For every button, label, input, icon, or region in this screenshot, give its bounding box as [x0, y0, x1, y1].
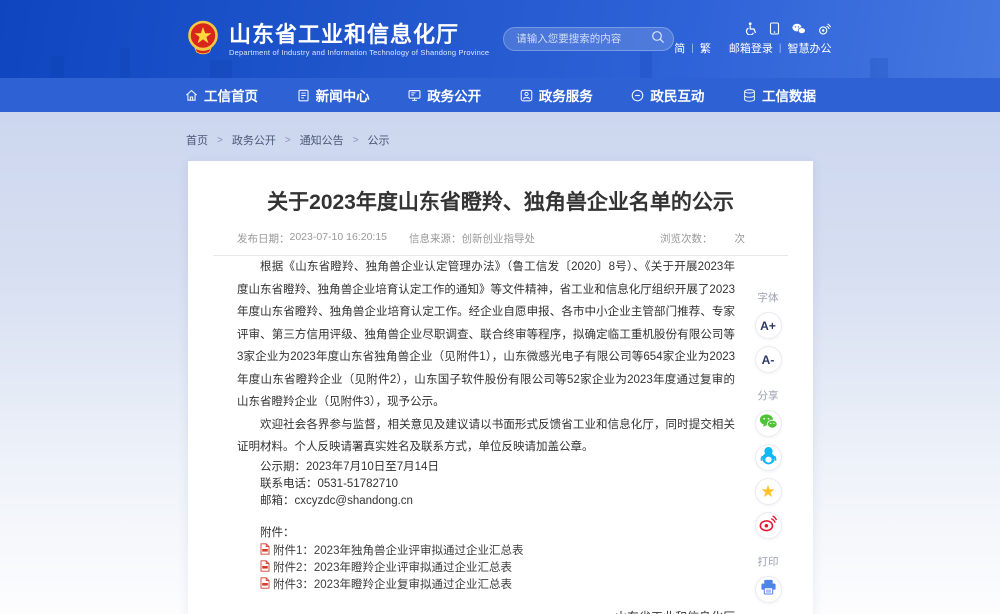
notice-period: 公示期：2023年7月10日至7月14日 [237, 459, 735, 476]
signature-org: 山东省工业和信息化厅 [237, 605, 735, 614]
lang-simplified-link[interactable]: 简 [674, 40, 685, 56]
interaction-icon [630, 88, 645, 103]
database-icon [742, 88, 757, 103]
share-qzone-button[interactable]: ★ [755, 478, 782, 505]
monitor-icon [407, 88, 422, 103]
home-icon [184, 88, 199, 103]
breadcrumb-separator: > [285, 135, 291, 146]
breadcrumb-notices[interactable]: 通知公告 [300, 132, 344, 148]
qzone-star-icon: ★ [760, 483, 775, 500]
smart-office-link[interactable]: 智慧办公 [787, 40, 831, 56]
breadcrumb-current: 公示 [368, 132, 390, 148]
nav-label: 政务服务 [539, 85, 593, 105]
nav-item-interaction[interactable]: 政民互动 [630, 85, 704, 105]
views-value: 次 [735, 231, 746, 246]
nav-label: 工信首页 [204, 85, 258, 105]
nav-item-gov-info[interactable]: 政务公开 [407, 85, 481, 105]
share-qq-button[interactable] [755, 444, 782, 471]
pdf-file-icon [260, 560, 273, 575]
attachment-link-3[interactable]: 附件3：2023年瞪羚企业复审拟通过企业汇总表 [260, 576, 735, 593]
nav-label: 政民互动 [650, 85, 704, 105]
news-icon [296, 88, 311, 103]
nav-label: 政务公开 [427, 85, 481, 105]
site-brand[interactable]: 山东省工业和信息化厅 Department of Industry and In… [185, 19, 489, 60]
paragraph: 根据《山东省瞪羚、独角兽企业认定管理办法》（鲁工信发〔2020〕8号）、《关于开… [237, 256, 735, 414]
publish-date-label: 发布日期： [237, 231, 290, 246]
content-area: 首页 > 政务公开 > 通知公告 > 公示 关于2023年度山东省瞪羚、独角兽企… [0, 112, 1000, 614]
print-label: 打印 [758, 555, 779, 569]
share-wechat-button[interactable] [755, 410, 782, 437]
main-nav: 工信首页 新闻中心 政务公开 政务服务 [0, 78, 1000, 112]
site-title: 山东省工业和信息化厅 [229, 22, 489, 48]
attachments-block: 附件： 附件1：2023年独角兽企业评审拟通过企业汇总表 附件2：2023年瞪羚… [237, 524, 735, 593]
mobile-version-icon[interactable] [769, 22, 780, 35]
nav-item-data[interactable]: 工信数据 [742, 85, 816, 105]
attachment-label: 附件1：2023年独角兽企业评审拟通过企业汇总表 [273, 542, 523, 558]
search-icon[interactable] [651, 30, 665, 49]
article-card: 关于2023年度山东省瞪羚、独角兽企业名单的公示 发布日期： 2023-07-1… [188, 161, 813, 614]
national-emblem-icon [185, 19, 221, 60]
weibo-share-icon [759, 515, 777, 537]
publish-date-value: 2023-07-10 16:20:15 [290, 231, 388, 246]
breadcrumb-gov-info[interactable]: 政务公开 [232, 132, 276, 148]
breadcrumb-separator: > [353, 135, 359, 146]
source-value: 创新创业指导处 [462, 231, 536, 246]
pdf-file-icon [260, 543, 273, 558]
page: 山东省工业和信息化厅 Department of Industry and In… [0, 0, 1000, 614]
nav-label: 工信数据 [762, 85, 816, 105]
tool-sidebar: 字体 A+ A- 分享 [741, 291, 795, 603]
paragraph: 欢迎社会各界参与监督，相关意见及建议请以书面形式反馈省工业和信息化厅，同时提交相… [237, 414, 735, 459]
attachment-label: 附件3：2023年瞪羚企业复审拟通过企业汇总表 [273, 576, 512, 592]
attachment-link-2[interactable]: 附件2：2023年瞪羚企业评审拟通过企业汇总表 [260, 559, 735, 576]
site-subtitle: Department of Industry and Information T… [229, 48, 489, 57]
print-button[interactable] [755, 576, 782, 603]
pdf-file-icon [260, 577, 273, 592]
article-meta: 发布日期： 2023-07-10 16:20:15 信息来源： 创新创业指导处 … [237, 231, 745, 246]
accessibility-icon[interactable] [745, 22, 757, 35]
search-box[interactable] [503, 27, 674, 51]
lang-traditional-link[interactable]: 繁 [700, 40, 711, 56]
share-label: 分享 [758, 389, 779, 403]
search-input[interactable] [516, 33, 651, 45]
font-increase-button[interactable]: A+ [755, 312, 782, 339]
weibo-icon[interactable] [818, 23, 831, 35]
breadcrumb-home[interactable]: 首页 [186, 132, 208, 148]
separator: | [779, 43, 782, 54]
source-label: 信息来源： [409, 231, 462, 246]
wechat-icon[interactable] [792, 23, 806, 35]
attachment-label: 附件2：2023年瞪羚企业评审拟通过企业汇总表 [273, 559, 512, 575]
nav-item-gov-services[interactable]: 政务服务 [519, 85, 593, 105]
service-badge-icon [519, 88, 534, 103]
nav-item-news[interactable]: 新闻中心 [296, 85, 370, 105]
breadcrumb-separator: > [217, 135, 223, 146]
wechat-share-icon [759, 413, 778, 435]
article-title: 关于2023年度山东省瞪羚、独角兽企业名单的公示 [228, 191, 773, 215]
separator: | [691, 43, 694, 54]
printer-icon [760, 579, 777, 600]
nav-label: 新闻中心 [316, 85, 370, 105]
attachment-link-1[interactable]: 附件1：2023年独角兽企业评审拟通过企业汇总表 [260, 542, 735, 559]
mail-login-link[interactable]: 邮箱登录 [729, 40, 773, 56]
views-label: 浏览次数： [660, 231, 713, 246]
article-body: 根据《山东省瞪羚、独角兽企业认定管理办法》（鲁工信发〔2020〕8号）、《关于开… [237, 256, 735, 614]
breadcrumb: 首页 > 政务公开 > 通知公告 > 公示 [186, 132, 390, 148]
font-size-label: 字体 [758, 291, 779, 305]
qq-share-icon [760, 446, 777, 470]
nav-item-home[interactable]: 工信首页 [184, 85, 258, 105]
contact-email: 邮箱：cxcyzdc@shandong.cn [237, 493, 735, 510]
signature: 山东省工业和信息化厅 2023年7月10日 [237, 605, 735, 614]
font-decrease-button[interactable]: A- [755, 346, 782, 373]
attachments-label: 附件： [237, 524, 735, 542]
site-header: 山东省工业和信息化厅 Department of Industry and In… [0, 0, 1000, 78]
share-weibo-button[interactable] [755, 512, 782, 539]
contact-phone: 联系电话：0531-51782710 [237, 476, 735, 493]
